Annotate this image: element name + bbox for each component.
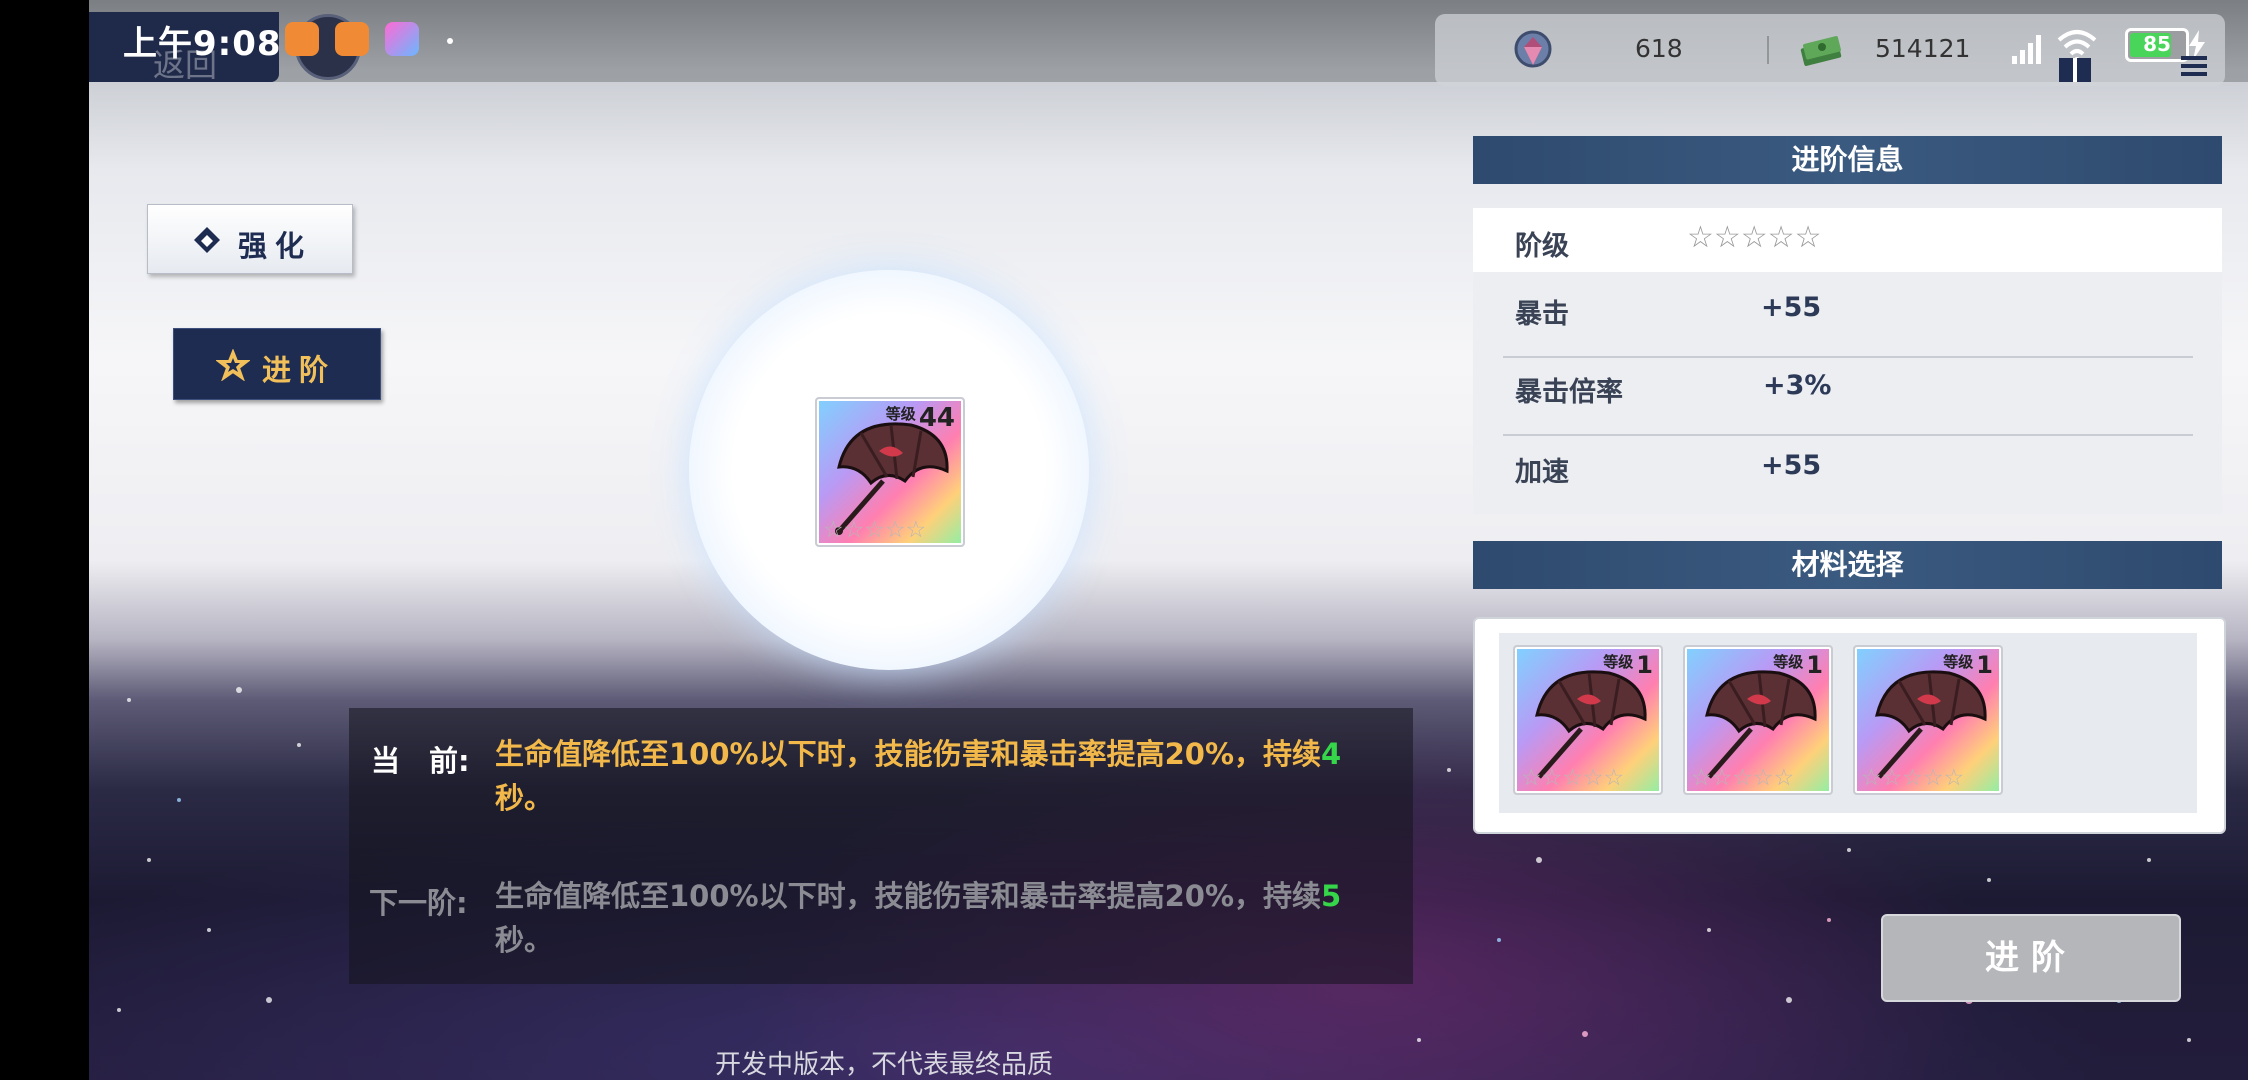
info-row-crit: 暴击 +55 [1473,272,2222,348]
resource-divider [1767,36,1769,64]
materials-header: 材料选择 [1473,541,2222,589]
current-effect-main: 生命值降低至100%以下时，技能伤害和暴击率提高20%，持续 [495,737,1322,771]
next-label: 下一阶: [369,886,468,920]
material-level-badge: 等级 1 [1603,651,1653,679]
item-level-number: 44 [918,403,955,433]
material-slot-1[interactable]: 等级 1 ☆☆☆☆☆ [1513,645,1663,795]
notification-app-icon [335,22,369,56]
next-effect-text: 生命值降低至100%以下时，技能伤害和暴击率提高20%，持续5 秒。 [495,874,1395,962]
info-label-crit-rate: 暴击倍率 [1515,377,1623,408]
resource-bar: 618 514121 85 [1435,14,2225,86]
next-duration: 5 [1321,879,1342,913]
info-value-haste: +55 [1761,450,1822,481]
material-level-badge: 等级 1 [1943,651,1993,679]
material-level-number: 1 [1806,651,1823,679]
current-duration: 4 [1321,737,1342,771]
item-level-word: 等级 [885,405,916,423]
tab-advance[interactable]: 进阶 [173,328,381,400]
info-value-rank: ☆☆☆☆☆ [1687,220,1822,255]
item-stars: ☆☆☆☆☆ [823,517,927,543]
tab-enhance-label: 强化 [238,229,313,263]
notification-app-icon [285,22,319,56]
enhance-icon [194,227,220,253]
main-item-card[interactable]: 等级 44 ☆☆☆☆☆ [815,397,965,547]
notification-dot [447,38,453,44]
materials-slots: 等级 1 ☆☆☆☆☆ 等级 1 ☆☆☆☆☆ 等级 1 ☆☆☆☆☆ [1499,633,2197,813]
info-row-rank: 阶级 ☆☆☆☆☆ [1473,208,2222,272]
next-effect-tail: 秒。 [495,923,554,957]
material-slot-2[interactable]: 等级 1 ☆☆☆☆☆ [1683,645,1833,795]
gift-icon[interactable] [2055,48,2095,84]
dev-version-note: 开发中版本，不代表最终品质 [714,1050,1053,1080]
notification-app-icon [385,22,419,56]
item-level-badge: 等级 44 [886,403,955,433]
material-level-number: 1 [1976,651,1993,679]
info-value-crit-rate: +3% [1763,370,1832,401]
advance-info-header: 进阶信息 [1473,136,2222,184]
info-label-haste: 加速 [1515,457,1569,488]
crystal-count: 618 [1635,34,1683,63]
material-stars: ☆☆☆☆☆ [1691,765,1795,791]
advance-info-panel: 阶级 ☆☆☆☆☆ 暴击 +55 暴击倍率 +3% 加速 +55 [1473,208,2222,514]
material-stars: ☆☆☆☆☆ [1861,765,1965,791]
info-label-crit: 暴击 [1515,299,1569,330]
advance-button[interactable]: 进阶 [1881,914,2181,1002]
material-level-badge: 等级 1 [1773,651,1823,679]
money-icon [1800,36,1842,66]
material-level-word: 等级 [1773,653,1804,671]
status-clock: 上午9:08 [123,24,282,64]
money-count: 514121 [1875,34,1971,63]
current-label: 当 前: [371,744,470,778]
next-effect-main: 生命值降低至100%以下时，技能伤害和暴击率提高20%，持续 [495,879,1322,913]
signal-icon [2012,35,2041,64]
info-label-rank: 阶级 [1515,231,1569,262]
material-level-word: 等级 [1943,653,1974,671]
tab-advance-label: 进阶 [262,353,337,387]
material-level-number: 1 [1636,651,1653,679]
info-row-crit-rate: 暴击倍率 +3% [1473,350,2222,426]
current-effect-text: 生命值降低至100%以下时，技能伤害和暴击率提高20%，持续4 秒。 [495,732,1395,820]
material-stars: ☆☆☆☆☆ [1521,765,1625,791]
crystal-icon [1514,30,1552,68]
tab-enhance[interactable]: 强化 [147,204,353,274]
material-slot-3[interactable]: 等级 1 ☆☆☆☆☆ [1853,645,2003,795]
effect-description-panel: 当 前: 生命值降低至100%以下时，技能伤害和暴击率提高20%，持续4秒。 下… [349,708,1413,984]
info-row-haste: 加速 +55 [1473,430,2222,506]
material-level-word: 等级 [1603,653,1634,671]
star-icon [216,349,250,381]
game-scene: 返回 618 514121 85 强化 进阶 等级 44 ☆☆☆☆☆ 进阶信息 … [89,0,2248,1080]
menu-icon[interactable] [2177,48,2211,82]
materials-panel: 等级 1 ☆☆☆☆☆ 等级 1 ☆☆☆☆☆ 等级 1 ☆☆☆☆☆ [1473,617,2226,834]
info-value-crit: +55 [1761,292,1822,323]
current-effect-tail: 秒。 [495,781,554,815]
